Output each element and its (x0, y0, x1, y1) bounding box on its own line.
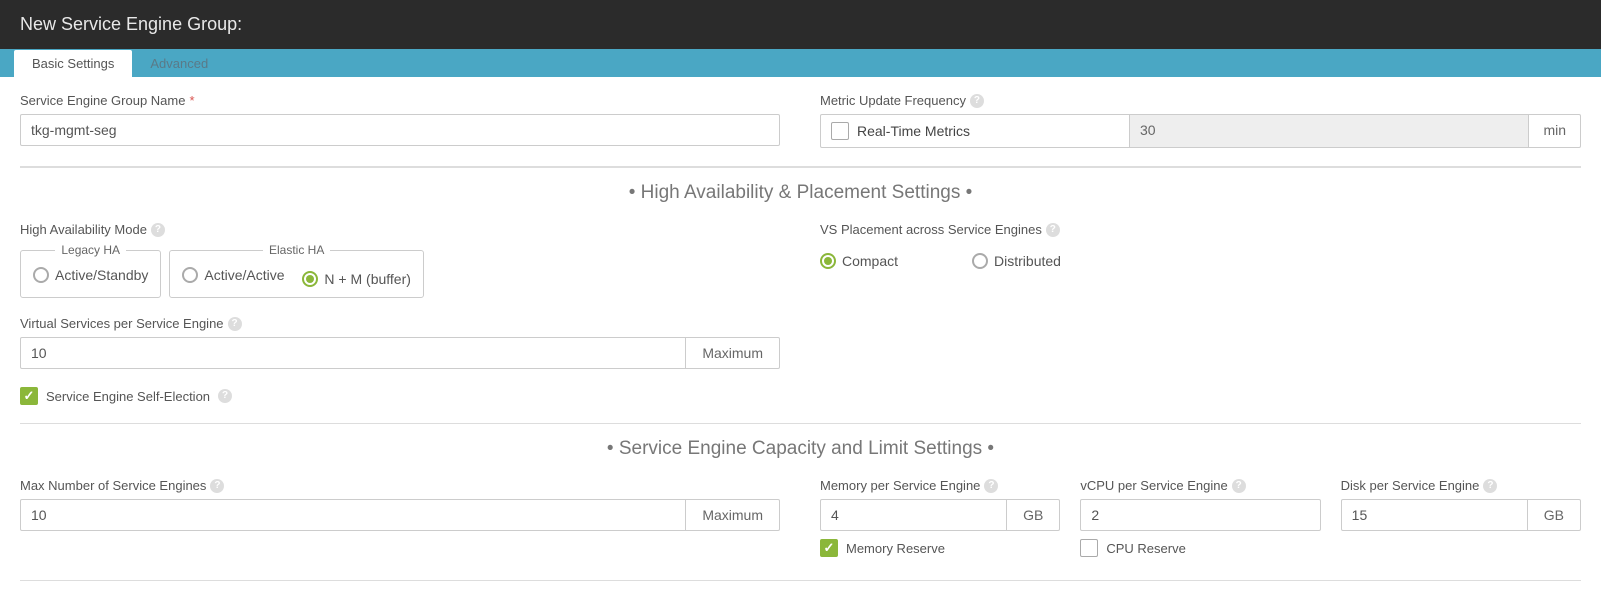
elastic-ha-group: Elastic HA Active/Active N + M (buffer) (169, 243, 424, 298)
cpu-reserve-checkbox[interactable]: CPU Reserve (1080, 539, 1185, 557)
memory-reserve-checkbox[interactable]: Memory Reserve (820, 539, 945, 557)
max-se-addon: Maximum (686, 499, 780, 531)
tab-advanced[interactable]: Advanced (132, 50, 226, 77)
vs-per-se-input[interactable] (20, 337, 686, 369)
help-icon[interactable]: ? (210, 479, 224, 493)
radio-active-active[interactable]: Active/Active (182, 267, 284, 283)
radio-n-plus-m[interactable]: N + M (buffer) (302, 271, 411, 287)
required-asterisk: * (189, 93, 194, 108)
max-se-label: Max Number of Service Engines ? (20, 478, 780, 493)
self-election-checkbox[interactable]: Service Engine Self-Election ? (20, 387, 232, 405)
radio-active-standby[interactable]: Active/Standby (33, 267, 148, 283)
seg-name-input[interactable] (20, 114, 780, 146)
real-time-metrics-checkbox[interactable]: Real-Time Metrics (820, 114, 1130, 148)
radio-icon (33, 267, 49, 283)
dialog-header: New Service Engine Group: (0, 0, 1601, 49)
metric-value-input: 30 (1130, 114, 1529, 148)
vcpu-per-se-label: vCPU per Service Engine ? (1080, 478, 1320, 493)
radio-distributed[interactable]: Distributed (972, 253, 1061, 269)
radio-icon (182, 267, 198, 283)
tab-basic-settings[interactable]: Basic Settings (14, 50, 132, 77)
help-icon[interactable]: ? (984, 479, 998, 493)
help-icon[interactable]: ? (1232, 479, 1246, 493)
tabs-bar: Basic Settings Advanced (0, 49, 1601, 77)
max-se-input[interactable] (20, 499, 686, 531)
help-icon[interactable]: ? (970, 94, 984, 108)
seg-name-label: Service Engine Group Name* (20, 93, 780, 108)
ha-mode-label: High Availability Mode ? (20, 222, 780, 237)
help-icon[interactable]: ? (218, 389, 232, 403)
vs-placement-label: VS Placement across Service Engines ? (820, 222, 1581, 237)
help-icon[interactable]: ? (1046, 223, 1060, 237)
section-ha-title: High Availability & Placement Settings (20, 182, 1581, 204)
dialog-title: New Service Engine Group: (20, 14, 242, 34)
radio-icon (972, 253, 988, 269)
checkbox-icon (820, 539, 838, 557)
radio-compact[interactable]: Compact (820, 253, 898, 269)
metric-freq-label: Metric Update Frequency ? (820, 93, 1581, 108)
section-capacity-title: Service Engine Capacity and Limit Settin… (20, 438, 1581, 460)
help-icon[interactable]: ? (151, 223, 165, 237)
vcpu-per-se-input[interactable] (1080, 499, 1320, 531)
checkbox-icon (20, 387, 38, 405)
vs-per-se-label: Virtual Services per Service Engine ? (20, 316, 780, 331)
checkbox-icon (1080, 539, 1098, 557)
help-icon[interactable]: ? (228, 317, 242, 331)
legacy-ha-group: Legacy HA Active/Standby (20, 243, 161, 298)
metric-unit: min (1529, 114, 1581, 148)
checkbox-icon (831, 122, 849, 140)
disk-per-se-unit: GB (1528, 499, 1581, 531)
radio-icon (302, 271, 318, 287)
help-icon[interactable]: ? (1483, 479, 1497, 493)
mem-per-se-label: Memory per Service Engine ? (820, 478, 1060, 493)
mem-per-se-input[interactable] (820, 499, 1007, 531)
radio-icon (820, 253, 836, 269)
vs-per-se-addon: Maximum (686, 337, 780, 369)
disk-per-se-input[interactable] (1341, 499, 1528, 531)
disk-per-se-label: Disk per Service Engine ? (1341, 478, 1581, 493)
mem-per-se-unit: GB (1007, 499, 1060, 531)
